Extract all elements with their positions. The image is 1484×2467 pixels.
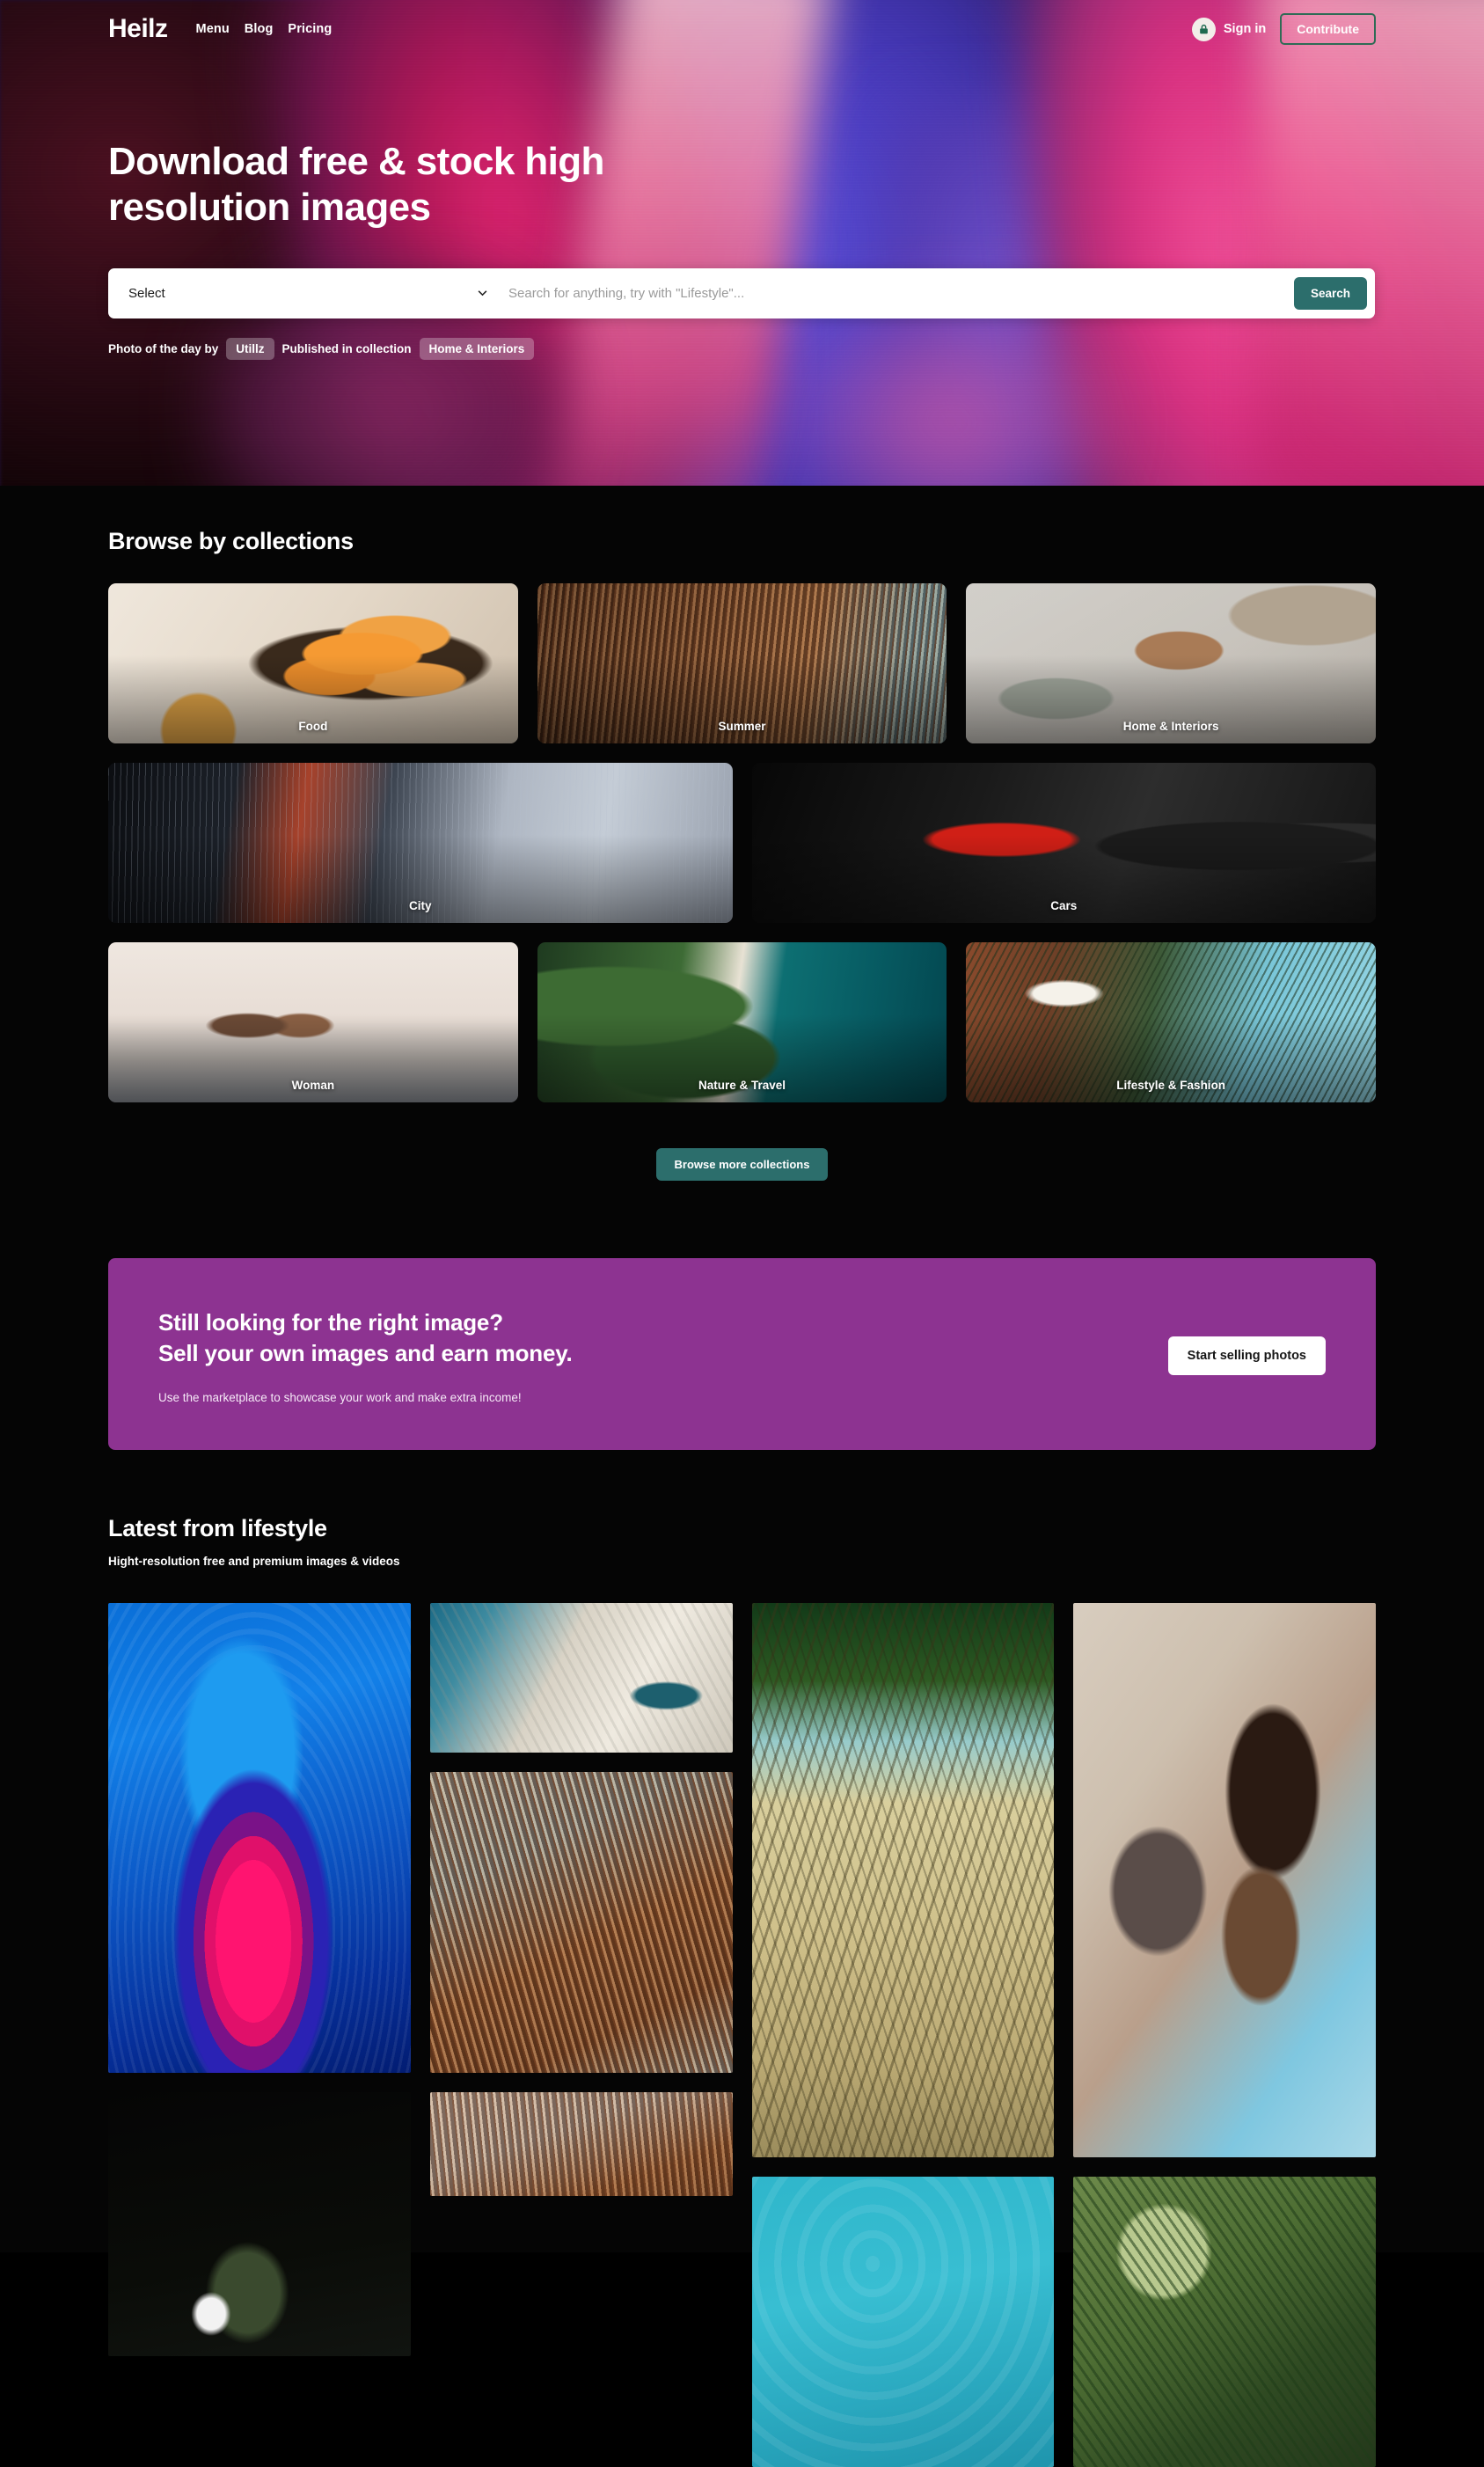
hero-section: Heilz Menu Blog Pricing Sign in Contribu… bbox=[0, 0, 1484, 486]
collection-card-nature-travel[interactable]: Nature & Travel bbox=[537, 942, 947, 1102]
photo-card[interactable] bbox=[751, 1603, 1055, 2158]
latest-heading: Latest from lifestyle bbox=[108, 1515, 327, 1542]
potd-prefix: Photo of the day by bbox=[108, 341, 219, 355]
nav-link-blog[interactable]: Blog bbox=[245, 22, 274, 36]
nav-link-menu[interactable]: Menu bbox=[196, 22, 230, 36]
collections-section: Browse by collections Food Summer Home &… bbox=[0, 528, 1484, 1181]
category-select-wrapper: Select bbox=[108, 267, 508, 318]
nav-links: Menu Blog Pricing bbox=[196, 22, 333, 36]
photo-card[interactable] bbox=[108, 2092, 411, 2357]
photo-card[interactable] bbox=[108, 1603, 411, 2074]
collection-card-cars[interactable]: Cars bbox=[751, 763, 1376, 923]
lock-icon bbox=[1191, 17, 1216, 41]
collection-row: Woman Nature & Travel Lifestyle & Fashio… bbox=[108, 942, 1377, 1102]
collection-card-food[interactable]: Food bbox=[108, 583, 518, 743]
collection-label: Lifestyle & Fashion bbox=[1116, 1079, 1226, 1092]
search-input[interactable] bbox=[508, 267, 1294, 318]
sign-in-label: Sign in bbox=[1223, 22, 1267, 36]
cta-text-block: Still looking for the right image? Sell … bbox=[158, 1307, 1168, 1404]
collection-label: Woman bbox=[291, 1079, 335, 1092]
photo-card[interactable] bbox=[429, 2092, 733, 2197]
photo-masonry-grid bbox=[108, 1603, 1376, 2467]
masonry-column bbox=[108, 1603, 411, 2467]
contribute-button[interactable]: Contribute bbox=[1280, 13, 1376, 45]
hero-title: Download free & stock high resolution im… bbox=[108, 140, 604, 229]
nav-link-pricing[interactable]: Pricing bbox=[288, 22, 332, 36]
category-select[interactable]: Select bbox=[108, 267, 508, 318]
photo-card[interactable] bbox=[1073, 2177, 1376, 2467]
collection-row: Food Summer Home & Interiors bbox=[108, 583, 1377, 743]
collection-card-summer[interactable]: Summer bbox=[537, 583, 947, 743]
photo-card[interactable] bbox=[751, 2177, 1055, 2467]
search-button[interactable]: Search bbox=[1293, 276, 1367, 310]
collection-label: Nature & Travel bbox=[698, 1079, 786, 1092]
collection-card-woman[interactable]: Woman bbox=[108, 942, 518, 1102]
page-root: Heilz Menu Blog Pricing Sign in Contribu… bbox=[0, 0, 1484, 2467]
masonry-column bbox=[1073, 1603, 1376, 2467]
collection-label: Food bbox=[298, 720, 328, 733]
potd-author-chip[interactable]: Utillz bbox=[226, 337, 274, 360]
latest-from-lifestyle-section: Latest from lifestyle Hight-resolution f… bbox=[0, 1515, 1484, 2467]
masonry-column bbox=[429, 1603, 733, 2467]
photo-card[interactable] bbox=[1073, 1603, 1376, 2158]
sign-in-button[interactable]: Sign in bbox=[1191, 17, 1267, 41]
collection-card-home-interiors[interactable]: Home & Interiors bbox=[966, 583, 1377, 743]
collection-card-lifestyle-fashion[interactable]: Lifestyle & Fashion bbox=[966, 942, 1377, 1102]
collections-grid: Food Summer Home & Interiors City Cars W… bbox=[108, 583, 1377, 1102]
sell-images-cta-banner: Still looking for the right image? Sell … bbox=[108, 1258, 1376, 1451]
browse-more-collections-button[interactable]: Browse more collections bbox=[655, 1148, 829, 1181]
collection-card-city[interactable]: City bbox=[108, 763, 733, 923]
masonry-column bbox=[751, 1603, 1055, 2467]
photo-card[interactable] bbox=[429, 1603, 733, 1753]
cta-headline-line2: Sell your own images and earn money. bbox=[158, 1339, 573, 1366]
collection-label: Summer bbox=[718, 720, 766, 733]
browse-more-wrapper: Browse more collections bbox=[108, 1148, 1376, 1181]
hero-content: Download free & stock high resolution im… bbox=[0, 139, 1484, 360]
collection-label: City bbox=[408, 899, 432, 912]
collection-row: City Cars bbox=[108, 763, 1376, 923]
search-bar: Select Search bbox=[108, 267, 1375, 318]
collection-label: Home & Interiors bbox=[1122, 720, 1219, 733]
site-logo[interactable]: Heilz bbox=[108, 14, 168, 44]
start-selling-photos-button[interactable]: Start selling photos bbox=[1167, 1336, 1326, 1376]
latest-subheading: Hight-resolution free and premium images… bbox=[108, 1555, 400, 1569]
nav-actions: Sign in Contribute bbox=[1191, 13, 1376, 45]
cta-headline-line1: Still looking for the right image? bbox=[158, 1309, 503, 1336]
cta-subtext: Use the marketplace to showcase your wor… bbox=[158, 1391, 522, 1405]
photo-card[interactable] bbox=[429, 1772, 733, 2074]
potd-collection-chip[interactable]: Home & Interiors bbox=[419, 337, 535, 360]
photo-of-the-day-meta: Photo of the day by Utillz Published in … bbox=[108, 337, 1376, 360]
potd-middle: Published in collection bbox=[281, 341, 412, 355]
collection-label: Cars bbox=[1050, 899, 1078, 912]
top-navigation-bar: Heilz Menu Blog Pricing Sign in Contribu… bbox=[0, 0, 1484, 58]
collections-heading: Browse by collections bbox=[108, 528, 354, 554]
